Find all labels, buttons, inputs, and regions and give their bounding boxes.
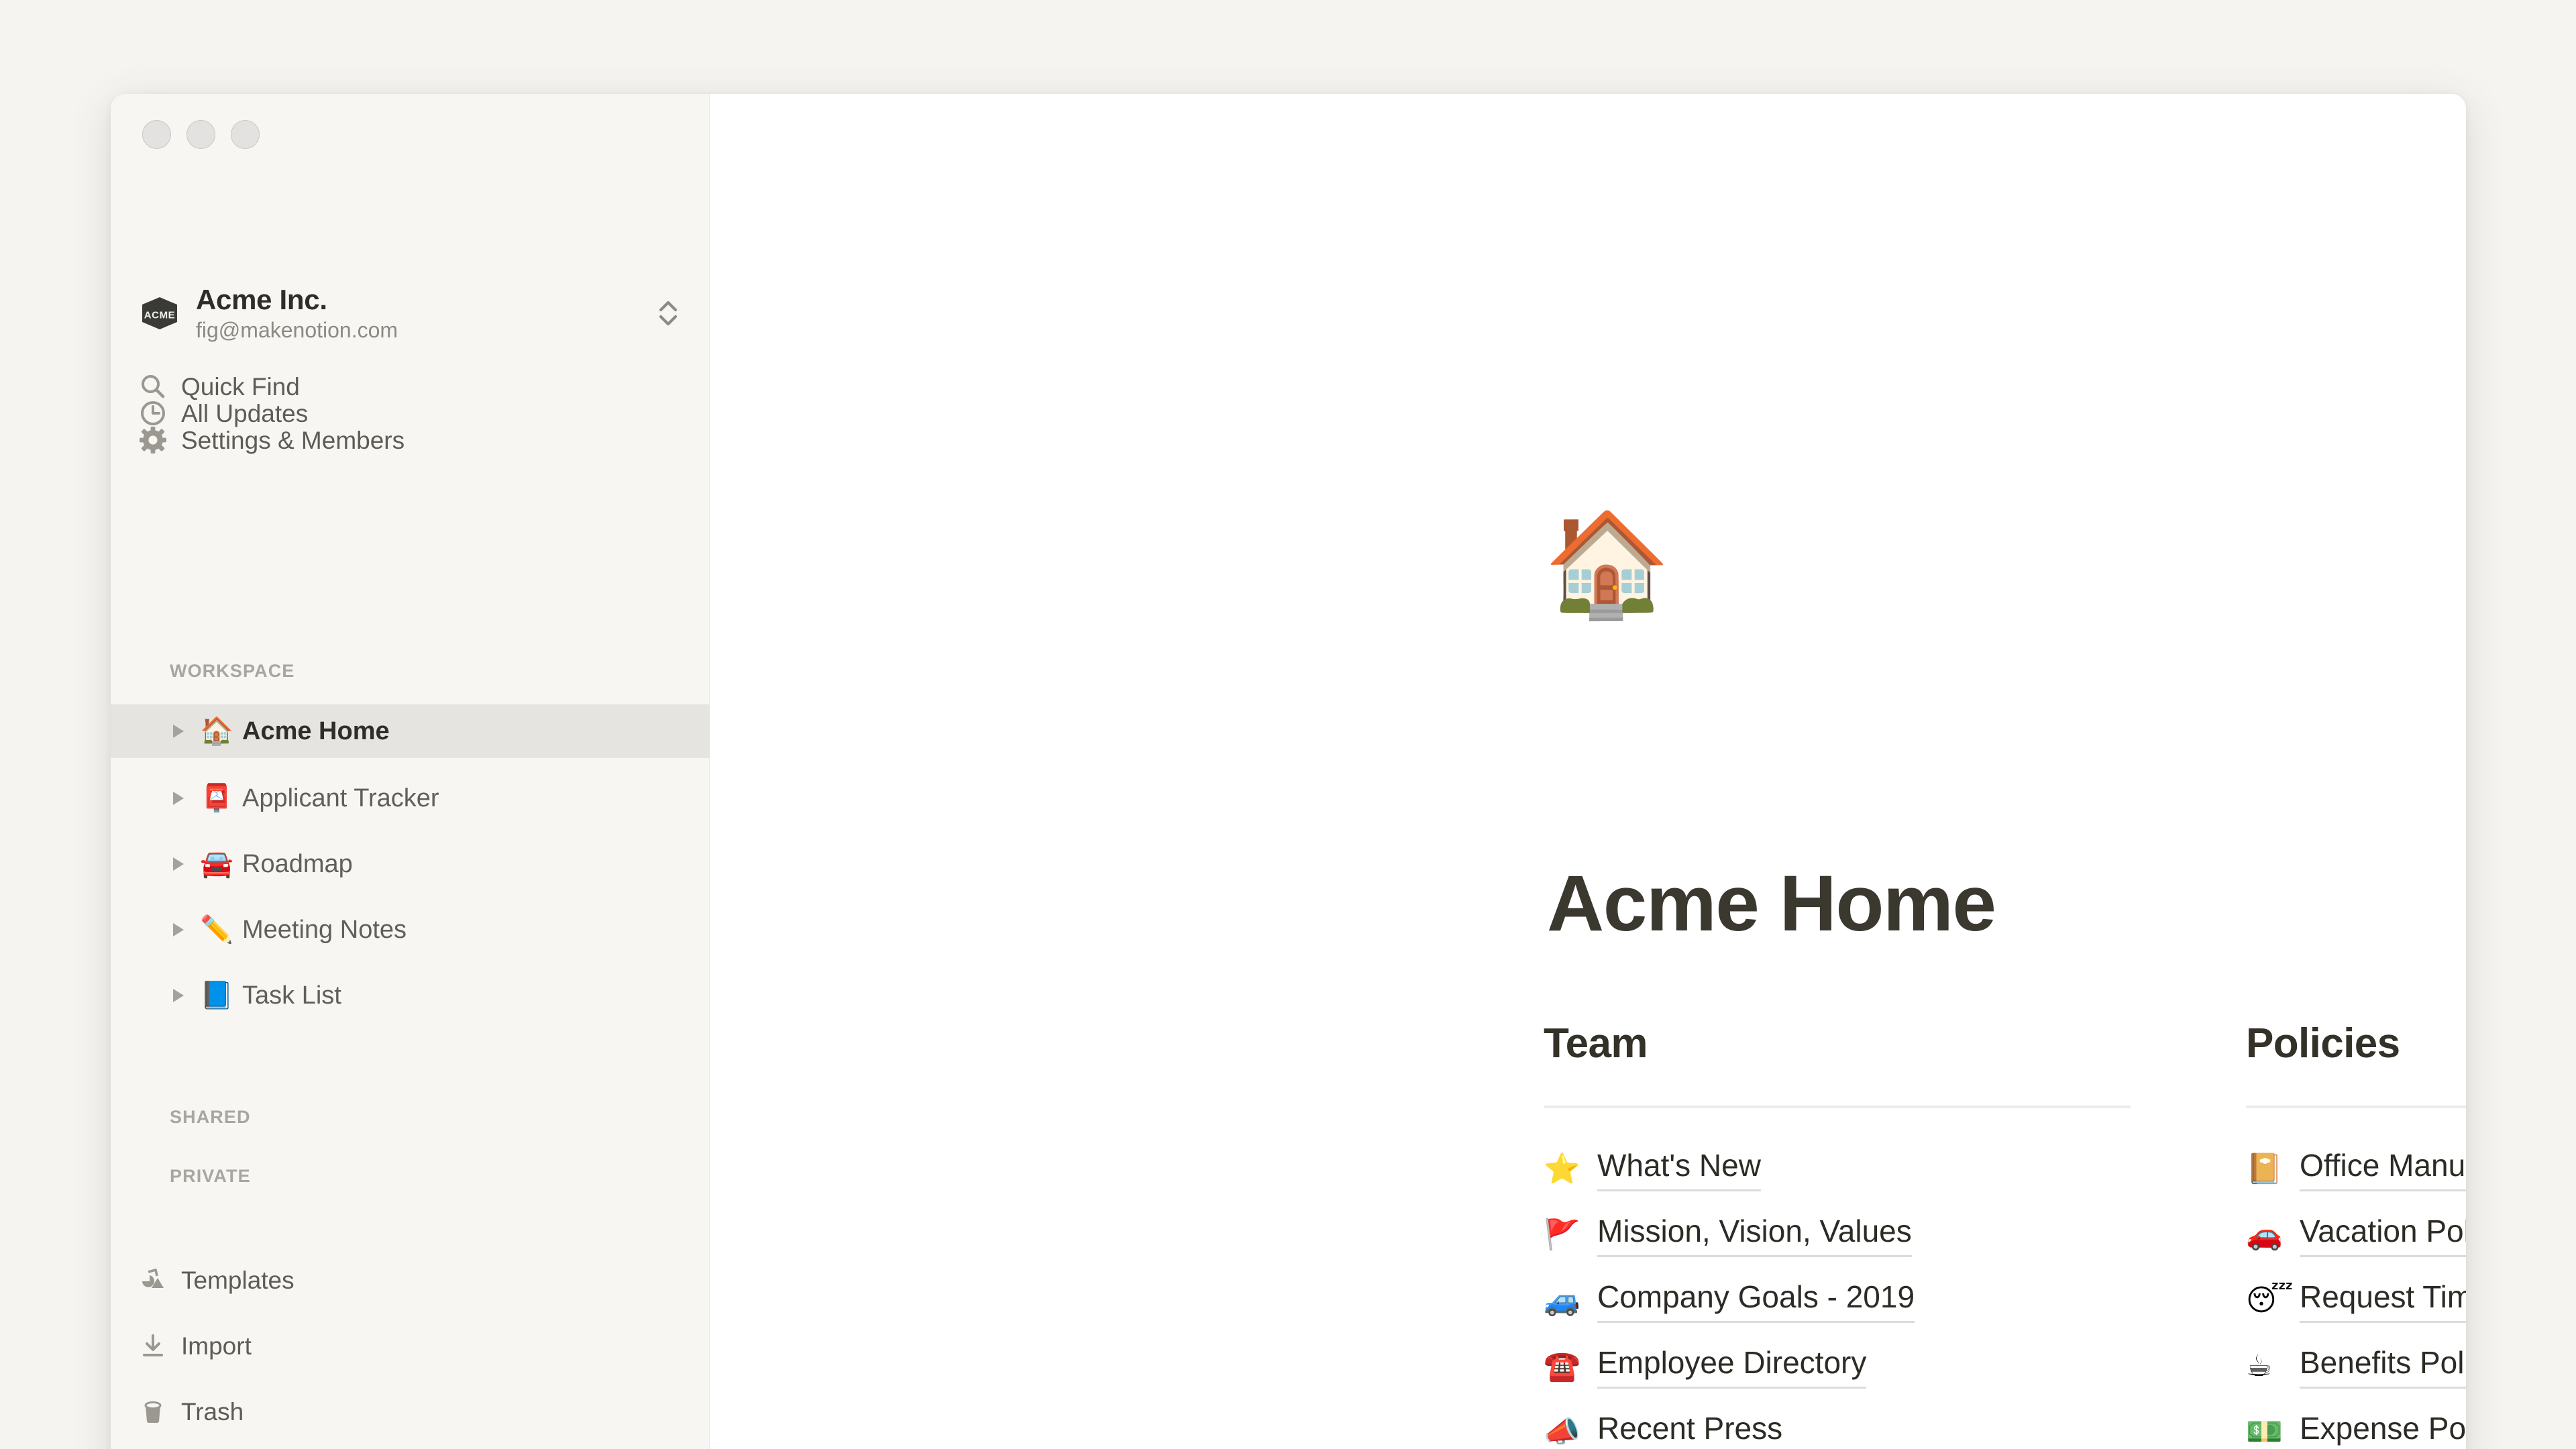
page-link[interactable]: Vacation Policy <box>2300 1213 2466 1257</box>
page-emoji: 📮 <box>200 783 233 814</box>
sidebar-item-import[interactable]: Import <box>111 1324 710 1367</box>
templates-icon <box>139 1266 174 1294</box>
page-link[interactable]: Benefits Policies <box>2300 1344 2466 1389</box>
link-emoji: 📣 <box>1544 1415 1580 1449</box>
page-link[interactable]: Employee Directory <box>1597 1344 1867 1389</box>
column-policies: Policies 📔 Office Manual 🚗 Vacation Poli… <box>2246 1022 2466 1449</box>
sidebar-item-meeting-notes[interactable]: ✏️ Meeting Notes <box>111 903 710 957</box>
expand-triangle-icon[interactable] <box>168 855 189 873</box>
acme-logo-icon: ACME <box>138 291 182 335</box>
link-emoji: 📔 <box>2246 1152 2283 1187</box>
list-item[interactable]: ☎️ Employee Directory <box>1544 1334 2134 1399</box>
page-title[interactable]: Acme Home <box>1547 861 1996 947</box>
sidebar-item-label: Settings & Members <box>181 426 405 454</box>
column-team: Team ⭐ What's New 🚩 Mission, Vision, Val… <box>1544 1022 2134 1449</box>
sidebar: ACME Acme Inc. fig@makenotion.com Quick … <box>111 94 710 1449</box>
sidebar-item-roadmap[interactable]: 🚘 Roadmap <box>111 837 710 891</box>
page-link[interactable]: Company Goals - 2019 <box>1597 1279 1915 1323</box>
column-divider <box>1544 1106 2131 1109</box>
sidebar-item-settings-members[interactable]: Settings & Members <box>111 419 710 462</box>
page-link[interactable]: Office Manual <box>2300 1147 2466 1191</box>
sidebar-item-label: Templates <box>181 1266 294 1294</box>
sidebar-item-applicant-tracker[interactable]: 📮 Applicant Tracker <box>111 771 710 825</box>
sidebar-item-label: Trash <box>181 1397 244 1426</box>
section-label-shared: SHARED <box>170 1107 251 1127</box>
minimize-button[interactable] <box>186 120 215 149</box>
link-emoji: 😴 <box>2246 1283 2294 1318</box>
link-emoji: ☎️ <box>1544 1349 1580 1384</box>
column-divider <box>2246 1106 2466 1109</box>
link-list: 📔 Office Manual 🚗 Vacation Policy 😴 Requ… <box>2246 1136 2466 1449</box>
sidebar-item-templates[interactable]: Templates <box>111 1258 710 1301</box>
app-window: ACME Acme Inc. fig@makenotion.com Quick … <box>111 94 2466 1449</box>
expand-triangle-icon[interactable] <box>168 986 189 1005</box>
page-link[interactable]: Expense Policy <box>2300 1410 2466 1449</box>
list-item[interactable]: ☕ Benefits Policies <box>2246 1334 2466 1399</box>
page-link[interactable]: Mission, Vision, Values <box>1597 1213 1912 1257</box>
page-link[interactable]: Request Time Off <box>2300 1279 2466 1323</box>
page-link[interactable]: Recent Press <box>1597 1410 1782 1449</box>
list-item[interactable]: 💵 Expense Policy <box>2246 1399 2466 1449</box>
link-emoji: 💵 <box>2246 1415 2283 1449</box>
link-emoji: ☕ <box>2246 1349 2273 1384</box>
trash-icon <box>139 1397 174 1426</box>
main-content: 🏠 Acme Home Team ⭐ What's New 🚩 Mission,… <box>710 94 2466 1449</box>
sidebar-item-task-list[interactable]: 📘 Task List <box>111 969 710 1022</box>
list-item[interactable]: 🚩 Mission, Vision, Values <box>1544 1202 2134 1268</box>
page-emoji: 📘 <box>200 980 233 1011</box>
screen: ACME Acme Inc. fig@makenotion.com Quick … <box>0 0 2576 1449</box>
workspace-text: Acme Inc. fig@makenotion.com <box>196 284 647 343</box>
chevron-up-down-icon[interactable] <box>653 294 683 332</box>
sidebar-item-label: Task List <box>242 981 341 1010</box>
sidebar-item-label: Import <box>181 1332 252 1360</box>
sidebar-item-acme-home[interactable]: 🏠 Acme Home <box>111 704 710 758</box>
expand-triangle-icon[interactable] <box>168 920 189 939</box>
list-item[interactable]: 😴 Request Time Off <box>2246 1268 2466 1334</box>
workspace-email: fig@makenotion.com <box>196 317 398 342</box>
sidebar-item-label: Applicant Tracker <box>242 784 439 812</box>
section-label-workspace: WORKSPACE <box>170 661 295 681</box>
gear-icon <box>139 426 174 454</box>
link-emoji: 🚩 <box>1544 1218 1580 1252</box>
list-item[interactable]: 🚗 Vacation Policy <box>2246 1202 2466 1268</box>
section-label-private: PRIVATE <box>170 1166 251 1186</box>
page-emoji: 🚘 <box>200 849 233 879</box>
workspace-switcher[interactable]: ACME Acme Inc. fig@makenotion.com <box>111 276 710 350</box>
column-heading: Team <box>1544 1020 1648 1067</box>
sidebar-item-label: Meeting Notes <box>242 916 407 944</box>
expand-triangle-icon[interactable] <box>168 789 189 808</box>
list-item[interactable]: ⭐ What's New <box>1544 1136 2134 1202</box>
sidebar-item-label: Acme Home <box>242 717 390 745</box>
column-heading: Policies <box>2246 1020 2400 1067</box>
list-item[interactable]: 📔 Office Manual <box>2246 1136 2466 1202</box>
link-emoji: 🚗 <box>2246 1218 2283 1252</box>
window-traffic-lights <box>142 120 260 149</box>
expand-triangle-icon[interactable] <box>168 722 189 741</box>
link-emoji: ⭐ <box>1544 1152 1580 1187</box>
link-emoji: 🚙 <box>1544 1283 1580 1318</box>
list-item[interactable]: 📣 Recent Press <box>1544 1399 2134 1449</box>
import-icon <box>139 1332 174 1360</box>
sidebar-item-trash[interactable]: Trash <box>111 1390 710 1433</box>
maximize-button[interactable] <box>231 120 260 149</box>
workspace-name: Acme Inc. <box>196 283 327 315</box>
page-cover-emoji[interactable]: 🏠 <box>1544 513 1670 615</box>
svg-text:ACME: ACME <box>144 310 176 321</box>
link-list: ⭐ What's New 🚩 Mission, Vision, Values 🚙… <box>1544 1136 2134 1449</box>
close-button[interactable] <box>142 120 171 149</box>
page-emoji: 🏠 <box>200 716 233 747</box>
page-link[interactable]: What's New <box>1597 1147 1761 1191</box>
sidebar-item-label: Roadmap <box>242 850 353 878</box>
page-emoji: ✏️ <box>200 914 233 945</box>
list-item[interactable]: 🚙 Company Goals - 2019 <box>1544 1268 2134 1334</box>
